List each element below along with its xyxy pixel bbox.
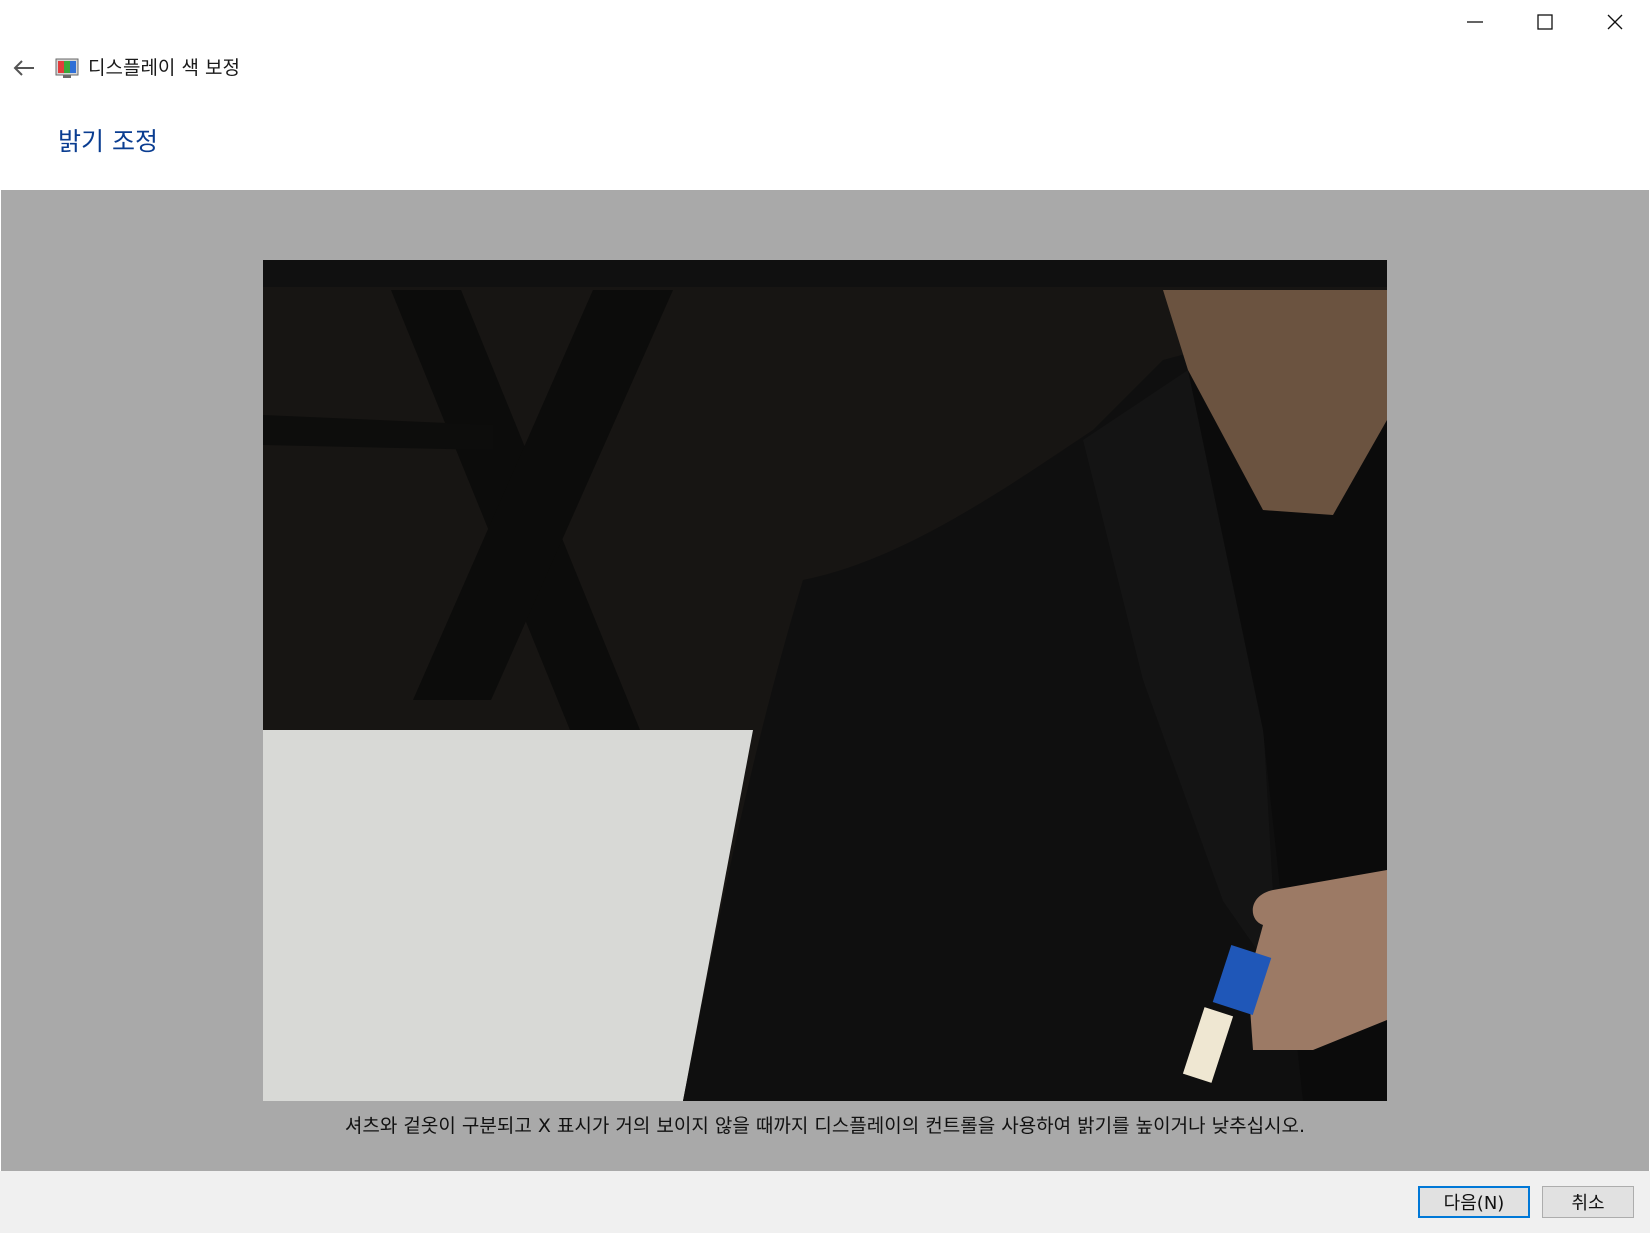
instruction-text: 셔츠와 겉옷이 구분되고 X 표시가 거의 보이지 않을 때까지 디스플레이의 … [344,1115,1306,1137]
next-button[interactable]: 다음(N) [1418,1186,1530,1218]
page-title: 밝기 조정 [58,127,158,156]
display-color-calibration-icon [55,56,79,80]
close-button[interactable] [1580,0,1650,44]
maximize-button[interactable] [1510,0,1580,44]
footer-bar [0,1171,1650,1233]
back-button[interactable] [8,52,40,84]
minimize-icon [1467,21,1483,23]
cancel-button[interactable]: 취소 [1542,1186,1634,1218]
maximize-icon [1537,14,1553,30]
close-icon [1607,14,1623,30]
minimize-button[interactable] [1440,0,1510,44]
window-title: 디스플레이 색 보정 [88,57,240,79]
brightness-reference-photo [263,260,1387,1101]
back-arrow-icon [13,60,34,76]
